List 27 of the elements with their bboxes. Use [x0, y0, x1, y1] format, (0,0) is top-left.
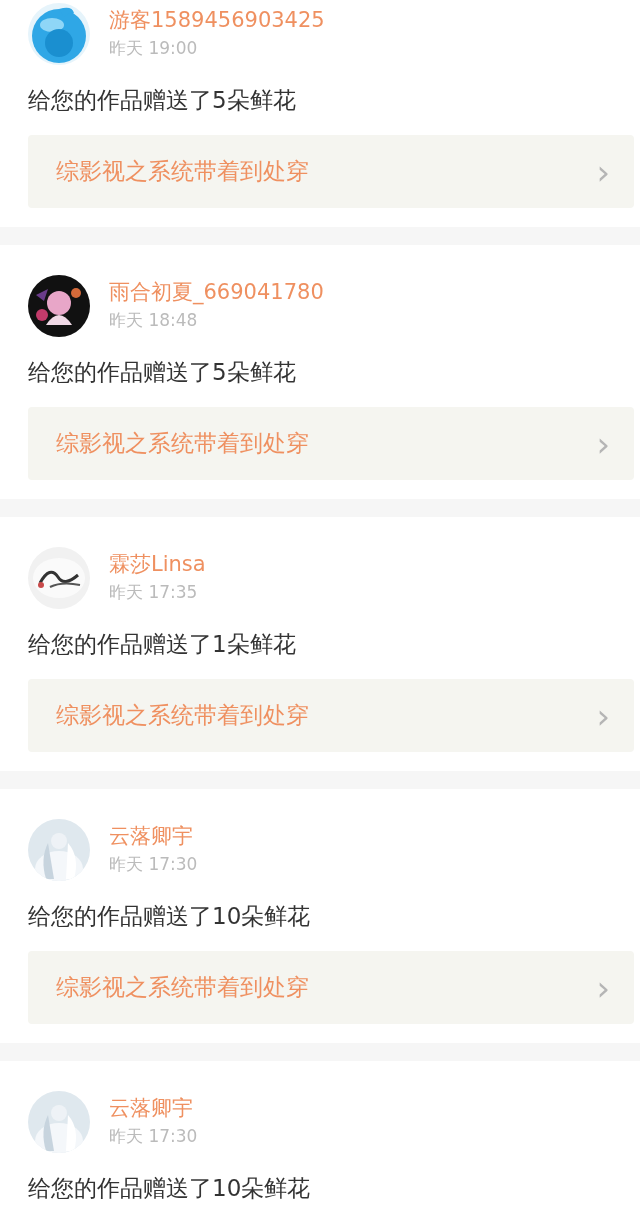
chevron-icon: › [596, 698, 610, 733]
user-name[interactable]: 雨合初夏_669041780 [109, 278, 324, 306]
gift-message: 给您的作品赠送了1朵鲜花 [28, 630, 297, 659]
timestamp: 昨天 18:48 [109, 309, 199, 332]
chevron-icon: › [596, 154, 610, 189]
gift-message: 给您的作品赠送了10朵鲜花 [28, 1174, 312, 1203]
user-name[interactable]: 游客1589456903425 [109, 6, 325, 34]
gift-message: 给您的作品赠送了5朵鲜花 [28, 358, 297, 387]
gift-message: 给您的作品赠送了10朵鲜花 [28, 902, 312, 931]
gift-message: 给您的作品赠送了5朵鲜花 [28, 86, 297, 115]
work-title: 综影视之系统带着到处穿 [56, 973, 309, 1002]
user-name[interactable]: 霖莎Linsa [109, 550, 206, 578]
user-name[interactable]: 云落卿宇 [109, 1094, 198, 1122]
user-name[interactable]: 云落卿宇 [109, 822, 198, 850]
work-title: 综影视之系统带着到处穿 [56, 157, 309, 186]
timestamp: 昨天 17:30 [109, 1125, 198, 1148]
timestamp: 昨天 17:35 [109, 581, 199, 604]
chevron-icon: › [596, 426, 610, 461]
chevron-icon: › [596, 970, 610, 1005]
work-link[interactable]: 综影视之系统带着到处穿 › [28, 679, 634, 752]
work-title: 综影视之系统带着到处穿 [56, 701, 309, 730]
work-link[interactable]: 综影视之系统带着到处穿 › [28, 407, 634, 480]
timestamp: 昨天 17:30 [109, 853, 198, 876]
work-title: 综影视之系统带着到处穿 [56, 429, 309, 458]
work-link[interactable]: 综影视之系统带着到处穿 › [28, 951, 634, 1024]
timestamp: 昨天 19:00 [109, 37, 199, 60]
work-link[interactable]: 综影视之系统带着到处穿 › [28, 135, 634, 208]
